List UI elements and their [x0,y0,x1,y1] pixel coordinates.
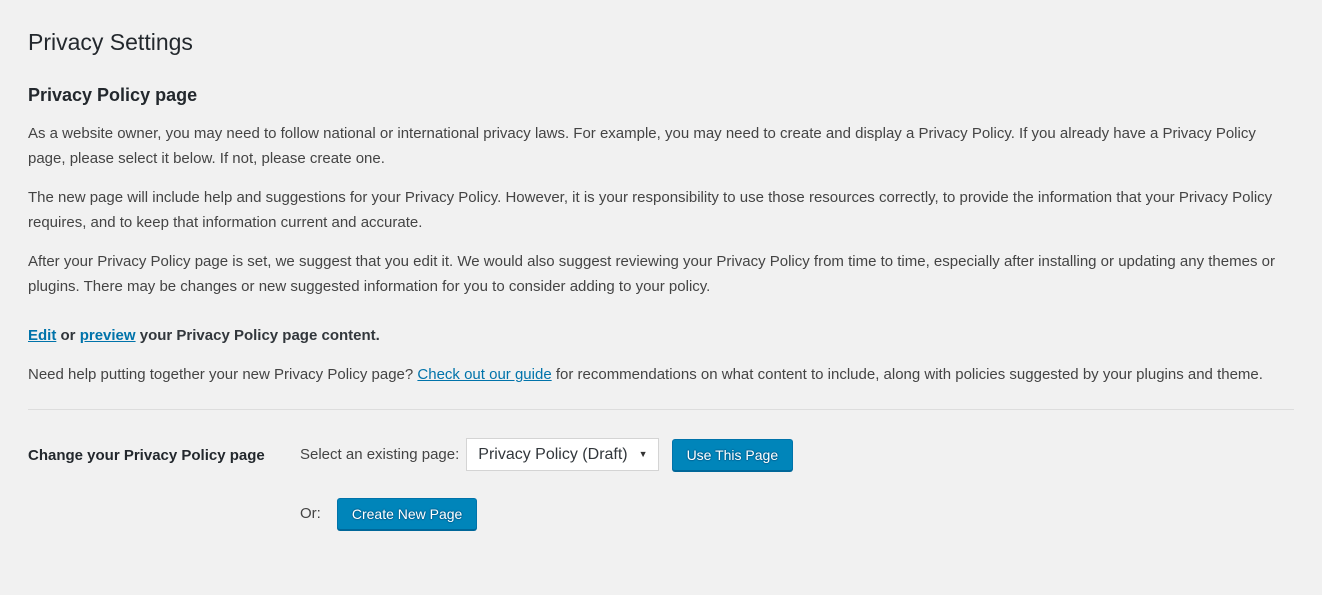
existing-page-select-value: Privacy Policy (Draft) [478,446,627,464]
create-page-row-label-spacer [28,498,300,505]
help-line-before-text: Need help putting together your new Priv… [28,366,417,383]
create-new-page-button[interactable]: Create New Page [337,498,478,530]
edit-preview-line: Edit or preview your Privacy Policy page… [28,323,1294,348]
select-page-controls: Select an existing page: Privacy Policy … [300,438,793,471]
change-policy-row-label: Change your Privacy Policy page [28,438,300,467]
change-policy-row: Change your Privacy Policy page Select a… [28,438,1294,471]
help-line-after-text: for recommendations on what content to i… [552,366,1263,383]
section-divider [28,409,1294,410]
privacy-policy-section-heading: Privacy Policy page [28,84,1294,107]
existing-page-select[interactable]: Privacy Policy (Draft) ▼ [466,438,658,471]
chevron-down-icon: ▼ [639,450,648,459]
or-label: Or: [300,498,321,530]
guide-link[interactable]: Check out our guide [417,366,551,383]
preview-link[interactable]: preview [80,327,136,344]
privacy-settings-page: Privacy Settings Privacy Policy page As … [0,0,1322,595]
intro-paragraph: As a website owner, you may need to foll… [28,121,1294,171]
select-existing-page-label: Select an existing page: [300,439,459,471]
new-page-paragraph: The new page will include help and sugge… [28,185,1294,235]
after-set-paragraph: After your Privacy Policy page is set, w… [28,249,1294,299]
edit-line-or-text: or [56,327,79,344]
edit-link[interactable]: Edit [28,327,56,344]
create-page-controls: Or: Create New Page [300,498,477,530]
help-line: Need help putting together your new Priv… [28,362,1294,387]
edit-line-rest-text: your Privacy Policy page content. [136,327,380,344]
page-title: Privacy Settings [28,28,1294,58]
use-this-page-button[interactable]: Use This Page [672,439,794,471]
create-page-row: Or: Create New Page [28,498,1294,530]
